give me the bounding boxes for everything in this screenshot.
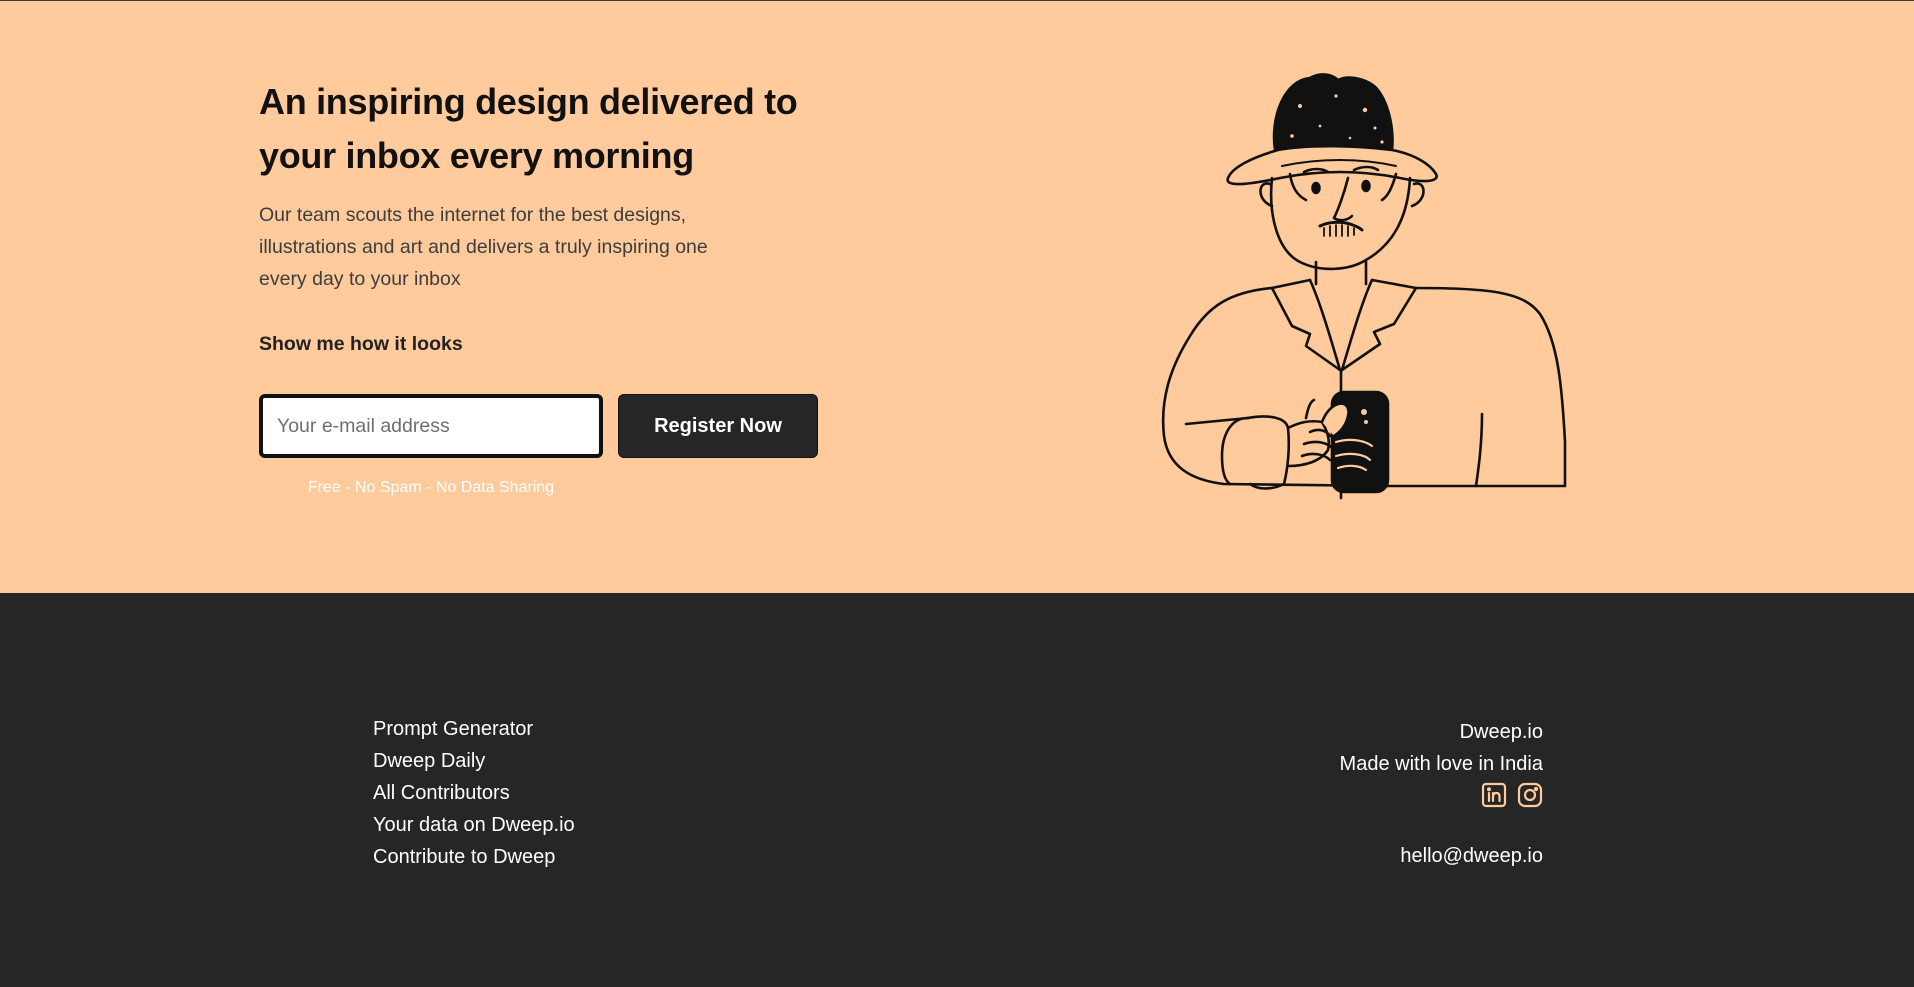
hero-description: Our team scouts the internet for the bes…: [259, 204, 708, 290]
show-preview-link[interactable]: Show me how it looks: [259, 333, 463, 356]
footer-brand[interactable]: Dweep.io: [1340, 716, 1543, 748]
register-now-button[interactable]: Register Now: [618, 394, 818, 458]
footer-link-dweep-daily[interactable]: Dweep Daily: [373, 745, 575, 777]
footer-link-your-data[interactable]: Your data on Dweep.io: [373, 809, 575, 841]
man-with-hat-illustration: [1161, 73, 1567, 500]
contact-email-link[interactable]: hello@dweep.io: [1340, 840, 1543, 872]
footer-info: Dweep.io Made with love in India hello@d…: [1340, 716, 1543, 872]
social-links: [1340, 782, 1543, 810]
footer-links: Prompt Generator Dweep Daily All Contrib…: [373, 713, 575, 873]
instagram-icon[interactable]: [1517, 782, 1543, 808]
footer-link-all-contributors[interactable]: All Contributors: [373, 777, 575, 809]
hero-section: An inspiring design delivered to your in…: [0, 0, 1914, 593]
hero-headline: An inspiring design delivered to your in…: [259, 81, 798, 176]
footer-tagline: Made with love in India: [1339, 753, 1543, 775]
footer: Prompt Generator Dweep Daily All Contrib…: [0, 593, 1914, 987]
email-input[interactable]: [259, 394, 603, 458]
footer-link-contribute[interactable]: Contribute to Dweep: [373, 841, 575, 873]
linkedin-icon[interactable]: [1481, 782, 1507, 808]
signup-disclaimer: Free - No Spam - No Data Sharing: [307, 479, 555, 496]
footer-link-prompt-generator[interactable]: Prompt Generator: [373, 713, 575, 745]
